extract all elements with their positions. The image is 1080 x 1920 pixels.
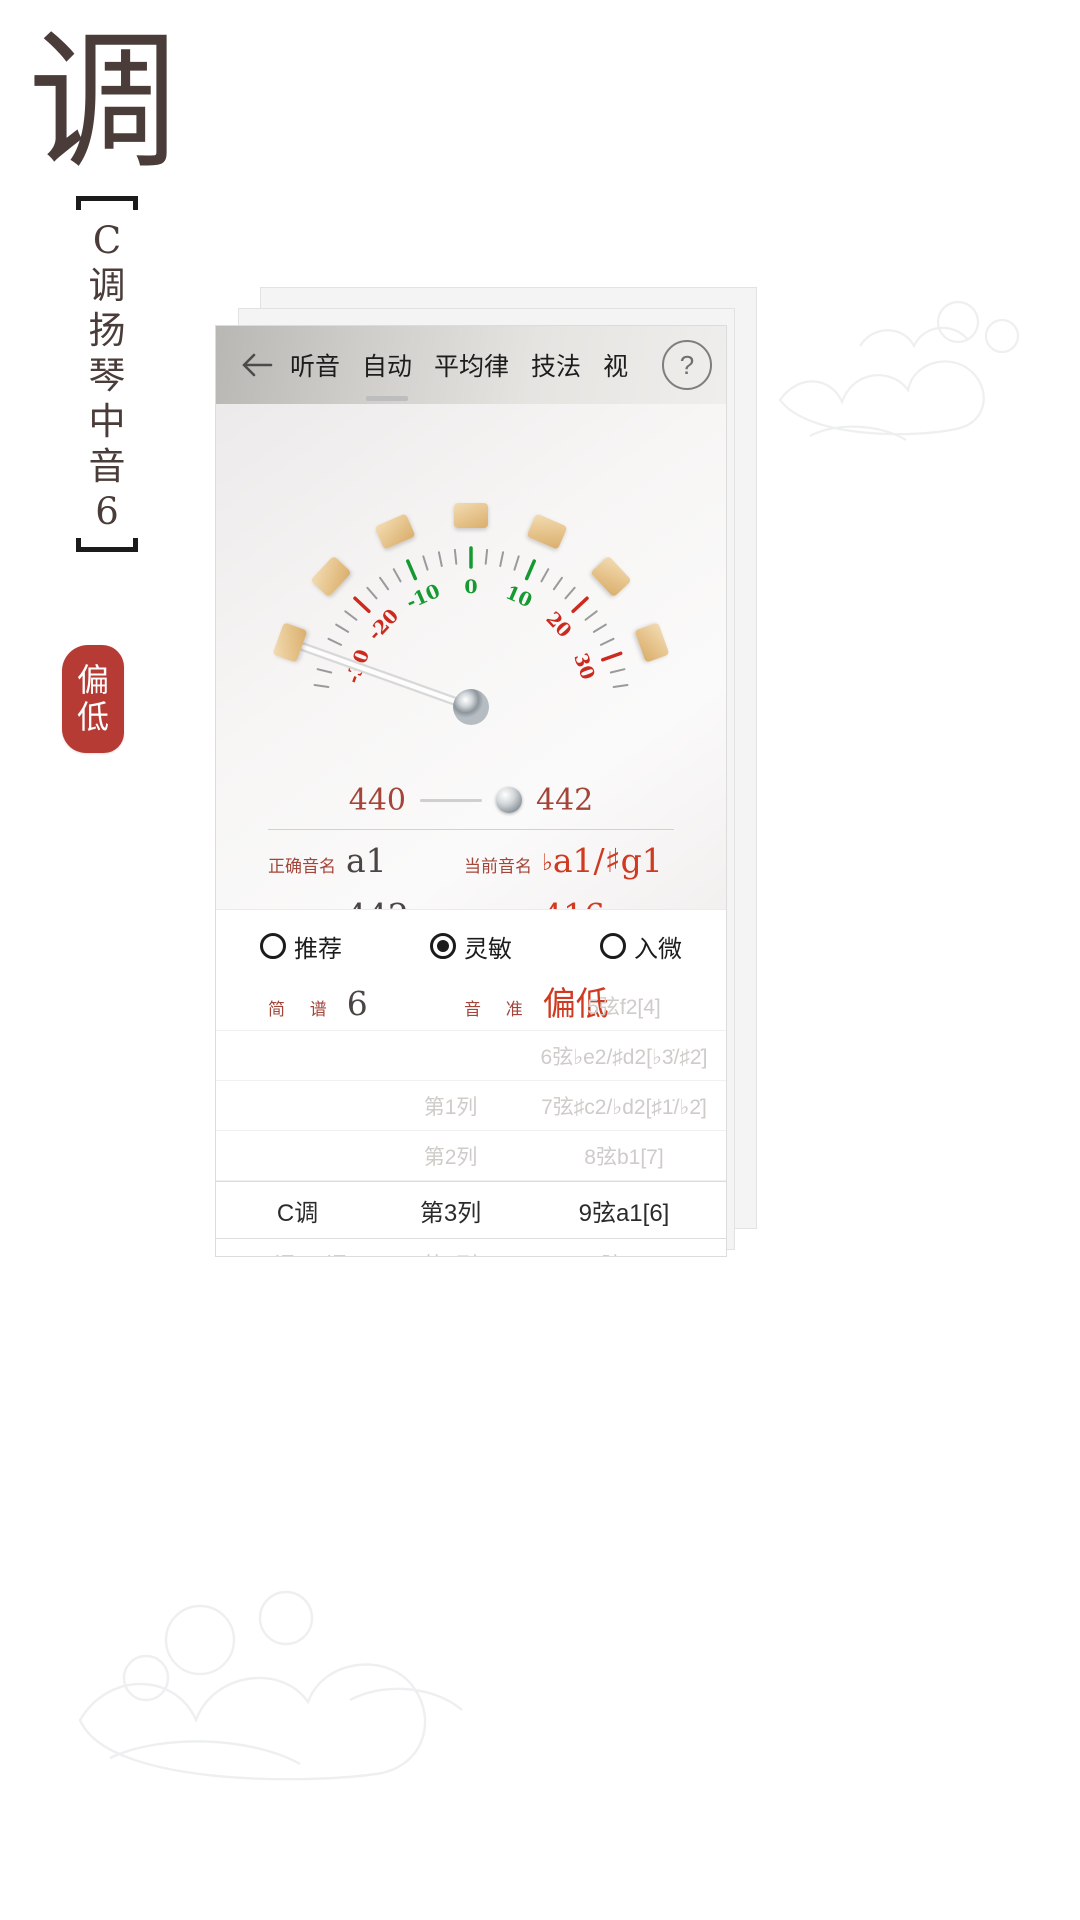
vertical-title: C 调 扬 琴 中 音 6 bbox=[62, 196, 152, 552]
tab-auto[interactable]: 自动 bbox=[362, 345, 412, 401]
svg-text:0: 0 bbox=[464, 576, 477, 598]
ref-slider-knob[interactable] bbox=[496, 787, 522, 813]
tab-view[interactable]: 视 bbox=[603, 345, 628, 385]
status-seal: 偏 低 bbox=[62, 645, 124, 753]
brand-column: 调 C 调 扬 琴 中 音 6 偏 低 bbox=[0, 0, 215, 1920]
radio-icon[interactable] bbox=[430, 933, 456, 959]
seal-char: 偏 bbox=[76, 661, 109, 700]
picker-row[interactable]: 6弦♭e2/♯d2[♭3̇/♯2̇] bbox=[216, 1031, 726, 1081]
correct-note-label: 正确音名 bbox=[268, 857, 336, 876]
vertical-char: 琴 bbox=[88, 354, 126, 398]
picker-row[interactable]: 5弦f2[4] bbox=[216, 981, 726, 1031]
ref-max-label: 442 bbox=[536, 782, 594, 818]
radio-icon[interactable] bbox=[600, 933, 626, 959]
picker-key-cell: C调 bbox=[276, 1199, 319, 1227]
picker-column-cell: 第1列 bbox=[423, 1095, 478, 1119]
picker-string-cell: 10弦g1[5] bbox=[522, 1249, 726, 1257]
svg-text:20: 20 bbox=[541, 608, 575, 642]
picker-string-cell: 5弦f2[4] bbox=[587, 995, 661, 1019]
picker-string-cell: 8弦b1[7] bbox=[584, 1145, 664, 1169]
string-picker[interactable]: 5弦f2[4] 6弦♭e2/♯d2[♭3̇/♯2̇] 第1列 7弦♯c2/♭d2[♯1… bbox=[216, 981, 726, 1256]
current-note-text: a1/♯g1 bbox=[552, 841, 663, 880]
gauge-dial: -30-20-100102030 bbox=[298, 546, 629, 725]
picker-row[interactable]: 第1列 7弦♯c2/♭d2[♯1̇/♭2̇] bbox=[216, 1081, 726, 1131]
app-toolbar: 听音 自动 平均律 技法 视 ? bbox=[216, 326, 726, 404]
vertical-title-chars: C 调 扬 琴 中 音 6 bbox=[62, 218, 152, 534]
readout-row-note: 正确音名 a1 当前音名 ♭a1/♯g1 bbox=[268, 844, 674, 877]
svg-text:10: 10 bbox=[502, 582, 535, 613]
tab-listen[interactable]: 听音 bbox=[290, 345, 340, 385]
picker-string-cell: 7弦♯c2/♭d2[♯1̇/♭2̇] bbox=[541, 1095, 707, 1119]
sensitivity-selector: 推荐 灵敏 入微 bbox=[216, 909, 726, 982]
correct-note-value: a1 bbox=[346, 841, 387, 880]
svg-text:30: 30 bbox=[569, 650, 599, 682]
tab-equal-temperament[interactable]: 平均律 bbox=[434, 345, 509, 385]
wood-bridge-marker bbox=[454, 503, 488, 528]
current-note-value: ♭a1/♯g1 bbox=[542, 844, 663, 877]
brand-glyph: 调 bbox=[28, 16, 179, 190]
picker-row[interactable]: C调 第3列 9弦a1[6] bbox=[216, 1181, 726, 1239]
picker-string-cell: 9弦a1[6] bbox=[578, 1199, 670, 1227]
radio-icon[interactable] bbox=[260, 933, 286, 959]
current-note-cell: 当前音名 ♭a1/♯g1 bbox=[464, 844, 663, 877]
sensitivity-option-fine[interactable]: 入微 bbox=[600, 929, 682, 964]
sensitivity-label: 灵敏 bbox=[464, 935, 512, 963]
cloud-decoration-top-right bbox=[778, 300, 1020, 441]
vertical-char: 扬 bbox=[88, 309, 126, 353]
app-screenshot-panel: 听音 自动 平均律 技法 视 ? -30-20-100102030 bbox=[215, 325, 727, 1257]
section-divider bbox=[268, 829, 674, 830]
sensitivity-label: 推荐 bbox=[294, 935, 342, 963]
help-glyph: ? bbox=[679, 349, 695, 380]
help-icon[interactable]: ? bbox=[662, 340, 712, 390]
gauge-needle bbox=[298, 642, 476, 712]
toolbar-tabs: 听音 自动 平均律 技法 视 bbox=[290, 345, 658, 401]
vertical-char: 6 bbox=[95, 489, 119, 533]
vertical-char: C bbox=[92, 219, 122, 262]
correct-note-cell: 正确音名 a1 bbox=[268, 844, 464, 877]
flat-sign: ♭ bbox=[542, 850, 553, 876]
svg-text:-10: -10 bbox=[403, 580, 443, 614]
vertical-char: 中 bbox=[88, 399, 126, 443]
seal-char: 低 bbox=[76, 698, 109, 736]
bracket-top-icon bbox=[76, 196, 138, 210]
picker-column-cell: 第4列 bbox=[379, 1249, 522, 1257]
tuner-gauge: -30-20-100102030 440 442 bbox=[216, 404, 726, 1020]
ref-min-label: 440 bbox=[348, 782, 406, 818]
sensitivity-label: 入微 bbox=[634, 935, 682, 963]
picker-column-cell: 第2列 bbox=[423, 1145, 478, 1169]
reference-pitch-slider[interactable]: 440 442 bbox=[216, 774, 726, 826]
picker-key-cell: ♯C调/♭D调 bbox=[216, 1249, 379, 1257]
vertical-char: 调 bbox=[88, 264, 126, 308]
picker-column-cell: 第3列 bbox=[419, 1199, 482, 1227]
ref-slider-track[interactable] bbox=[420, 798, 482, 802]
tab-technique[interactable]: 技法 bbox=[531, 345, 581, 385]
sensitivity-option-sensitive[interactable]: 灵敏 bbox=[430, 929, 512, 964]
picker-row[interactable]: 第2列 8弦b1[7] bbox=[216, 1131, 726, 1181]
sensitivity-option-recommended[interactable]: 推荐 bbox=[260, 929, 342, 964]
picker-row[interactable]: ♯C调/♭D调第4列10弦g1[5] bbox=[216, 1239, 726, 1257]
bracket-bottom-icon bbox=[76, 537, 138, 552]
picker-string-cell: 6弦♭e2/♯d2[♭3̇/♯2̇] bbox=[540, 1045, 708, 1069]
vertical-char: 音 bbox=[88, 444, 126, 488]
current-note-label: 当前音名 bbox=[464, 857, 532, 876]
back-arrow-icon[interactable] bbox=[230, 338, 284, 392]
